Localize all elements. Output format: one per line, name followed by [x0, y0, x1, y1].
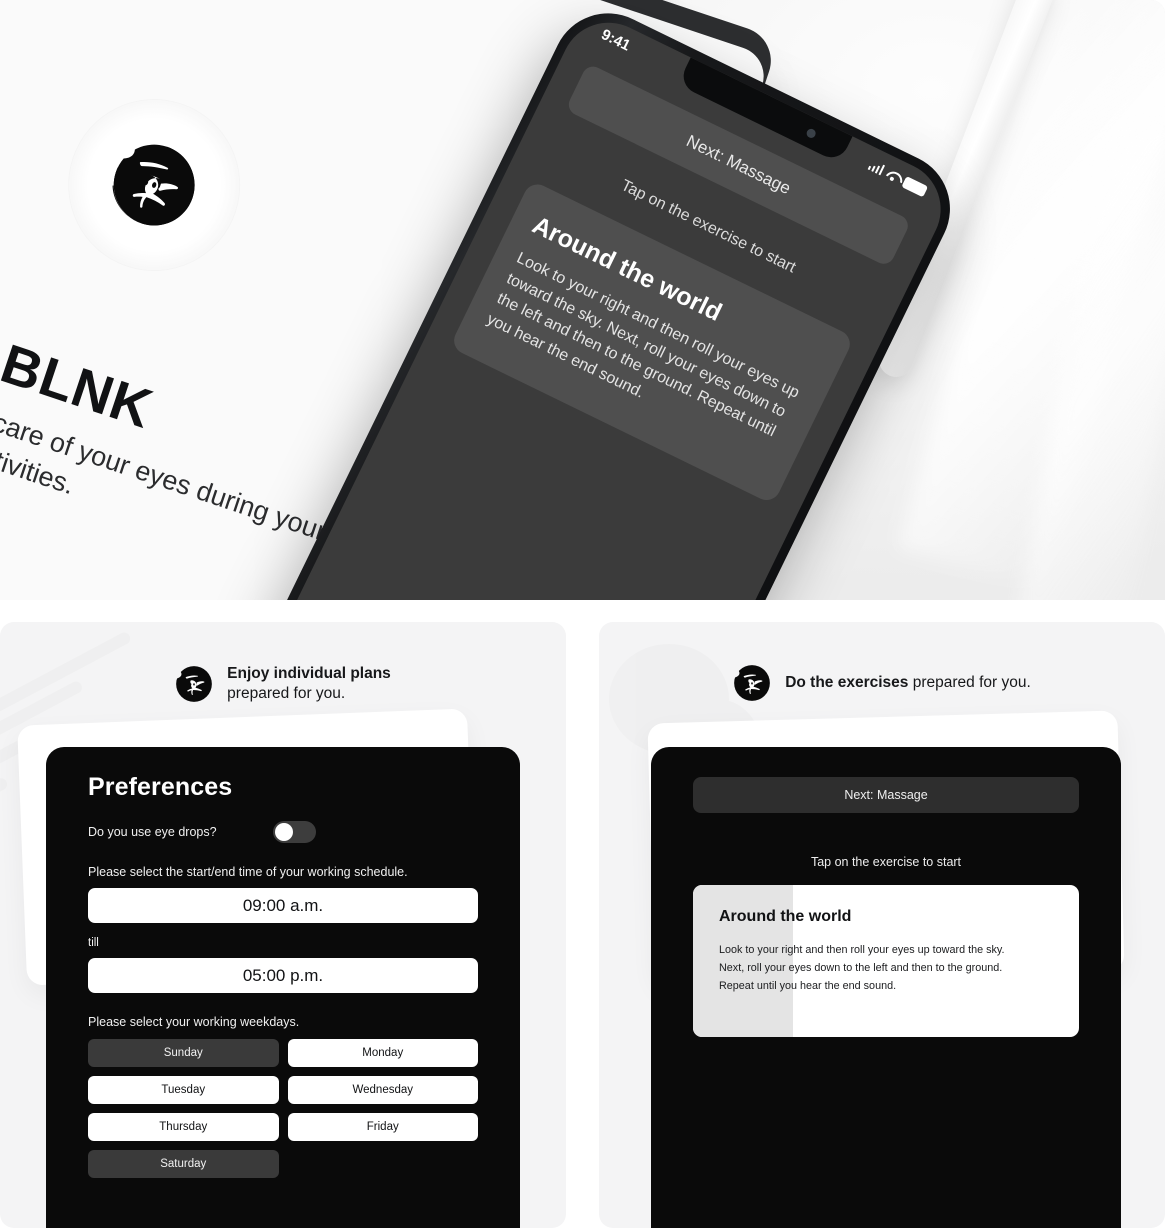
- eye-drops-row: Do you use eye drops?: [88, 821, 478, 843]
- till-label: till: [88, 937, 99, 949]
- next-exercise-bar[interactable]: Next: Massage: [693, 777, 1079, 813]
- weekday-button[interactable]: Sunday: [88, 1039, 279, 1067]
- feature-panels: Enjoy individual plans prepared for you.…: [0, 622, 1165, 1228]
- weekdays-label: Please select your working weekdays.: [88, 1015, 300, 1029]
- schedule-label: Please select the start/end time of your…: [88, 865, 408, 879]
- panel-left-header-light: prepared for you.: [227, 685, 346, 703]
- weekday-button[interactable]: Thursday: [88, 1113, 279, 1141]
- panel-right-header-light: prepared for you.: [912, 673, 1031, 691]
- panel-right-header-strong: Do the exercises: [785, 673, 909, 691]
- exercise-line-1: Look to your right and then roll your ey…: [719, 944, 1005, 956]
- exercise-card[interactable]: Around the world Look to your right and …: [693, 885, 1079, 1037]
- exercises-device-screen: Next: Massage Tap on the exercise to sta…: [651, 747, 1121, 1228]
- exercise-line-2: Next, roll your eyes down to the left an…: [719, 961, 1003, 974]
- weekday-button[interactable]: Friday: [287, 1113, 478, 1141]
- exercise-line-3: Repeat until you hear the end sound.: [719, 979, 897, 992]
- blnk-logo-icon: [733, 664, 771, 702]
- panel-right-header: Do the exercises prepared for you.: [599, 664, 1165, 702]
- tap-hint: Tap on the exercise to start: [810, 855, 962, 869]
- exercise-title: Around the world: [719, 908, 852, 925]
- hero-exercise-card[interactable]: Around the world Look to your right and …: [449, 179, 855, 505]
- panel-left-header: Enjoy individual plans prepared for you.: [0, 664, 566, 705]
- preferences-title: Preferences: [88, 773, 233, 801]
- page-root: BLNK Takes care of your eyes during your…: [0, 0, 1165, 1228]
- preferences-device-screen: Preferences Do you use eye drops? Please…: [46, 747, 520, 1228]
- weekday-grid: Sunday Monday Tuesday Wednesday Thursday Frid…: [88, 1039, 478, 1178]
- cellular-signal-icon: [867, 159, 886, 176]
- weekday-button[interactable]: Saturday: [88, 1150, 279, 1178]
- eye-drops-question: Do you use eye drops?: [88, 825, 217, 839]
- weekday-button[interactable]: Monday: [287, 1039, 478, 1067]
- wifi-icon: [885, 168, 902, 184]
- panel-preferences: Enjoy individual plans prepared for you.…: [0, 622, 566, 1228]
- panel-right-header-text: Do the exercises prepared for you.: [785, 673, 1031, 693]
- start-time-field[interactable]: 09:00 a.m.: [88, 888, 478, 923]
- weekday-button[interactable]: Tuesday: [88, 1076, 279, 1104]
- panel-left-header-text: Enjoy individual plans prepared for you.: [227, 664, 391, 705]
- hero-photo: BLNK Takes care of your eyes during your…: [0, 0, 1165, 600]
- panel-left-header-strong: Enjoy individual plans: [227, 665, 391, 682]
- end-time-field[interactable]: 05:00 p.m.: [88, 958, 478, 993]
- panel-exercises: Do the exercises prepared for you. Next:…: [599, 622, 1165, 1228]
- toggle-knob: [274, 823, 293, 841]
- weekday-button[interactable]: Wednesday: [287, 1076, 478, 1104]
- exercise-description: Look to your right and then roll your ey…: [719, 942, 1053, 996]
- eye-drops-toggle[interactable]: [272, 821, 316, 843]
- blnk-logo-icon: [175, 665, 213, 703]
